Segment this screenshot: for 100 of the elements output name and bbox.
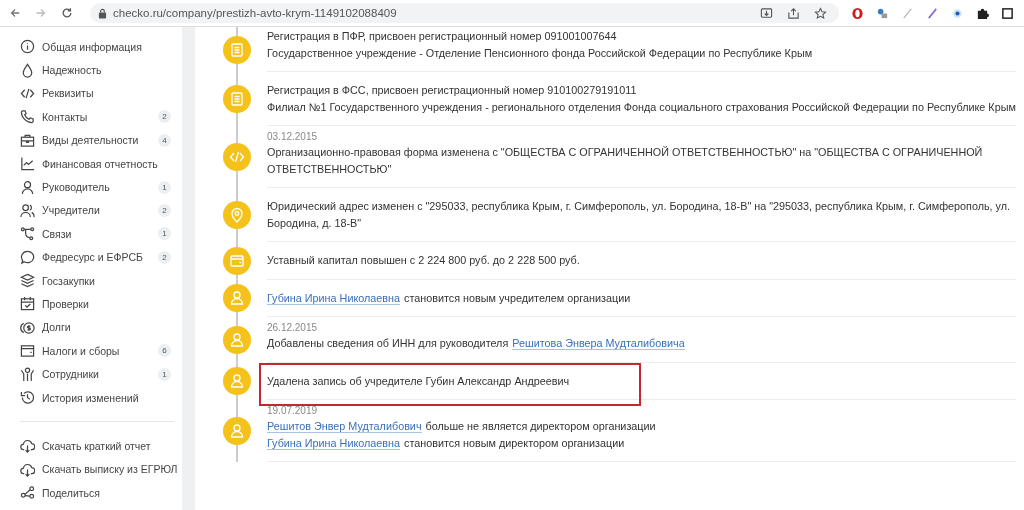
- coin-icon: [20, 319, 35, 335]
- sidebar-label: Контакты: [42, 110, 89, 123]
- sidebar-label: Реквизиты: [42, 87, 95, 100]
- event-text: Удалена запись об учредителе Губин Александр Андреевич: [267, 374, 570, 387]
- sidebar-item[interactable]: Госзакупки: [20, 268, 182, 293]
- eye-icon[interactable]: [951, 6, 964, 20]
- sidebar-item[interactable]: История изменений: [20, 385, 182, 410]
- sidebar-label: Скачать выписку из ЕГРЮЛ: [42, 463, 179, 476]
- count-badge: 1: [158, 367, 171, 381]
- event-text: Организационно-правовая форма изменена с "ОБЩЕСТВА С ОГРАНИЧЕННОЙ ОТВЕТСТВЕННОСТЬЮ" на "ОБЩЕСТВА С ОГРАНИЧЕННОЙ ОТВЕТСТВЕННОСТЬЮ": [267, 146, 983, 175]
- sidebar-item[interactable]: Долги: [20, 315, 182, 340]
- sidebar-item[interactable]: Сотрудники 1: [20, 362, 182, 386]
- sidebar-label: Федресурс и ЕФРСБ: [42, 251, 144, 264]
- people-icon: [20, 202, 35, 218]
- sidebar-action[interactable]: Поделиться: [20, 481, 182, 505]
- sidebar-item[interactable]: Проверки: [20, 292, 182, 316]
- count-badge: 2: [158, 110, 171, 124]
- event-text: становится новым директором организации: [404, 436, 625, 449]
- phone-icon: [20, 109, 35, 125]
- person-link[interactable]: Губина Ирина Николаевна: [267, 436, 401, 450]
- event-text: больше не является директором организации: [425, 420, 656, 432]
- sidebar-item[interactable]: Руководитель 1: [20, 175, 182, 199]
- sidebar-item[interactable]: Контакты 2: [20, 105, 182, 129]
- history-icon: [20, 390, 35, 406]
- event-date: 19.07.2019: [267, 404, 319, 418]
- event-text: Филиал №1 Государственного учреждения - регионального отделения Фонда социального страхования Российской Федерации по Республике Крым: [267, 100, 1016, 113]
- count-badge: 4: [158, 133, 171, 147]
- sidebar-label: Финансовая отчетность: [42, 157, 159, 170]
- drop-icon: [20, 62, 35, 78]
- share-icon[interactable]: [787, 6, 800, 20]
- person-icon: [222, 367, 251, 396]
- cloud-download-icon: [20, 461, 35, 477]
- info-icon: [20, 39, 35, 55]
- sidebar-item[interactable]: Связи 1: [20, 222, 182, 246]
- opera-icon[interactable]: [851, 6, 864, 20]
- extension-icon[interactable]: [876, 6, 889, 20]
- person-link[interactable]: Губина Ирина Николаевна: [267, 291, 401, 305]
- person-icon: [222, 417, 251, 445]
- sidebar-item[interactable]: Федресурс и ЕФРСБ 2: [20, 245, 182, 269]
- sidebar-item[interactable]: Учредители 2: [20, 198, 182, 223]
- wallet-icon: [222, 246, 251, 275]
- count-badge: 2: [158, 203, 171, 217]
- count-badge: 1: [158, 227, 171, 241]
- sidebar-item[interactable]: Виды деятельности 4: [20, 128, 182, 152]
- calendar-icon: [20, 296, 35, 312]
- sidebar-item[interactable]: Налоги и сборы 6: [20, 339, 182, 363]
- document-icon: [222, 85, 251, 113]
- share-icon: [20, 485, 35, 501]
- sidebar-item[interactable]: Финансовая отчетность: [20, 151, 182, 176]
- sidebar-action[interactable]: Скачать краткий отчет: [20, 434, 182, 458]
- person-icon: [222, 325, 251, 354]
- person-icon: [222, 284, 251, 313]
- event-text: Уставный капитал повышен с 2 224 800 руб. до 2 228 500 руб.: [267, 254, 580, 266]
- wallet-icon: [20, 343, 35, 359]
- sidebar-label: Поделиться: [42, 486, 101, 499]
- event-text: Государственное учреждение - Отделение Пенсионного фонда Российской Федерации по Республике Крым: [267, 46, 813, 59]
- location-pin-icon: [222, 201, 251, 229]
- sidebar-item[interactable]: Общая информация: [20, 35, 182, 59]
- puzzle-icon[interactable]: [976, 6, 989, 20]
- sidebar-label: Скачать краткий отчет: [42, 439, 152, 452]
- count-badge: 2: [158, 250, 171, 264]
- back-icon[interactable]: [9, 7, 21, 19]
- sidebar-label: Налоги и сборы: [42, 344, 121, 357]
- sidebar-item[interactable]: Надежность: [20, 58, 182, 82]
- event-text: становится новым учредителем организации: [404, 291, 631, 304]
- person-link[interactable]: Решитова Энвера Мудталибовича: [512, 337, 685, 350]
- sidebar-action[interactable]: Скачать выписку из ЕГРЮЛ: [20, 457, 182, 482]
- count-badge: 6: [158, 344, 171, 358]
- pen-icon[interactable]: [926, 6, 939, 20]
- sidebar-label: Надежность: [42, 64, 103, 77]
- briefcase-icon: [20, 132, 35, 148]
- sidebar-label: Госзакупки: [42, 274, 96, 287]
- sidebar-item[interactable]: Реквизиты: [20, 81, 182, 106]
- sidebar-label: Общая информация: [42, 40, 143, 53]
- event-date: 03.12.2015: [267, 130, 319, 144]
- lock-icon: [98, 7, 107, 19]
- window-icon[interactable]: [1001, 6, 1014, 20]
- install-icon[interactable]: [760, 6, 773, 20]
- layers-icon: [20, 273, 35, 289]
- url-text: checko.ru/company/prestizh-avto-krym-1149102088409: [113, 7, 397, 19]
- sidebar-label: Учредители: [42, 204, 101, 217]
- bubble-icon: [20, 249, 35, 265]
- count-badge: 1: [158, 180, 171, 194]
- star-icon[interactable]: [814, 6, 827, 20]
- chart-icon: [20, 156, 35, 172]
- event-text: Регистрация в ФСС, присвоен регистрационный номер 910100279191011: [267, 84, 637, 96]
- sidebar-label: Руководитель: [42, 181, 111, 194]
- sidebar-label: История изменений: [42, 391, 140, 404]
- code-icon: [222, 143, 251, 171]
- sidebar-label: Сотрудники: [42, 368, 100, 381]
- sidebar-label: Связи: [42, 227, 73, 240]
- person-icon: [20, 179, 35, 195]
- event-date: 26.12.2015: [267, 321, 319, 335]
- document-icon: [222, 35, 251, 64]
- person-link[interactable]: Решитов Энвер Мудталибович: [267, 420, 422, 433]
- event-text: Регистрация в ПФР, присвоен регистрационный номер 091001007644: [267, 30, 617, 42]
- reload-icon[interactable]: [61, 7, 73, 19]
- sidebar-label: Проверки: [42, 298, 90, 310]
- event-text: Добавлены сведения об ИНН для руководителя: [267, 337, 509, 349]
- address-bar[interactable]: checko.ru/company/prestizh-avto-krym-1149102088409: [90, 3, 839, 23]
